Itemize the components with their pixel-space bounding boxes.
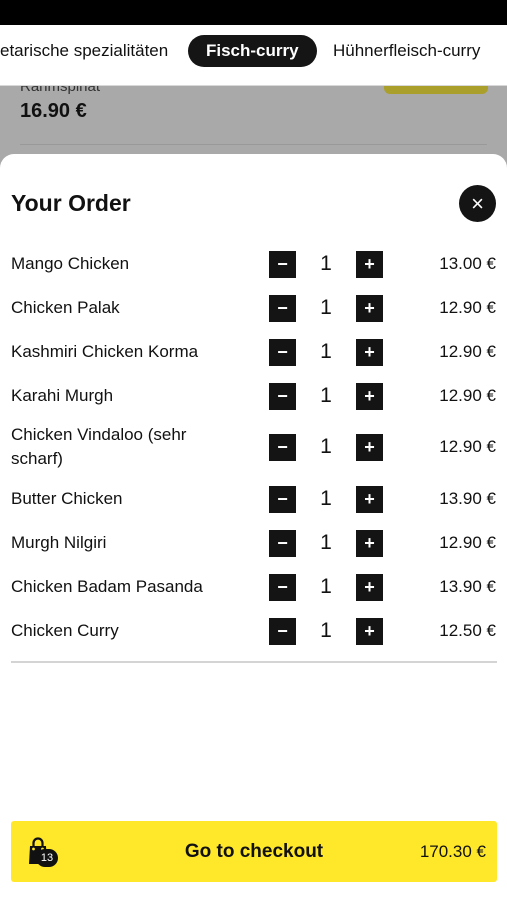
order-item-name: Butter Chicken — [11, 489, 123, 508]
increase-quantity-button[interactable]: + — [356, 382, 383, 410]
order-item-name: Mango Chicken — [11, 254, 130, 273]
plus-icon: + — [364, 298, 375, 318]
decrease-quantity-button[interactable]: − — [269, 485, 296, 513]
tab-fish-curry[interactable]: Fisch-curry — [188, 35, 317, 67]
item-quantity: 1 — [320, 487, 332, 510]
minus-icon: − — [277, 437, 288, 457]
order-item-name: Chicken Curry — [11, 621, 119, 640]
order-item-price: 12.90 € — [439, 533, 496, 552]
order-item-price: 12.90 € — [439, 386, 496, 405]
decrease-quantity-button[interactable]: − — [269, 250, 296, 278]
plus-icon: + — [364, 254, 375, 274]
minus-icon: − — [277, 577, 288, 597]
increase-quantity-button[interactable]: + — [356, 485, 383, 513]
decrease-quantity-button[interactable]: − — [269, 338, 296, 366]
menu-item-price: 16.90 € — [20, 100, 87, 122]
minus-icon: − — [277, 254, 288, 274]
item-quantity: 1 — [320, 531, 332, 554]
minus-icon: − — [277, 386, 288, 406]
minus-icon: − — [277, 342, 288, 362]
decrease-quantity-button[interactable]: − — [269, 382, 296, 410]
order-item-name: Karahi Murgh — [11, 386, 114, 405]
plus-icon: + — [364, 342, 375, 362]
item-quantity: 1 — [320, 252, 332, 275]
minus-icon: − — [277, 298, 288, 318]
category-tabs: etarische spezialitäten Fisch-curry Hühn… — [0, 25, 507, 86]
plus-icon: + — [364, 577, 375, 597]
order-item-price: 13.00 € — [439, 254, 496, 273]
order-item-name: Chicken Palak — [11, 298, 120, 317]
plus-icon: + — [364, 533, 375, 553]
add-to-cart-button — [384, 86, 488, 94]
checkout-button[interactable]: 13 Go to checkout 170.30 € — [11, 821, 497, 882]
item-quantity: 1 — [320, 340, 332, 363]
item-quantity: 1 — [320, 296, 332, 319]
item-quantity: 1 — [320, 384, 332, 407]
plus-icon: + — [364, 489, 375, 509]
order-item-price: 12.90 € — [439, 298, 496, 317]
increase-quantity-button[interactable]: + — [356, 338, 383, 366]
item-quantity: 1 — [320, 575, 332, 598]
decrease-quantity-button[interactable]: − — [269, 529, 296, 557]
checkout-total: 170.30 € — [419, 842, 486, 861]
increase-quantity-button[interactable]: + — [356, 294, 383, 322]
order-item-name: Chicken Vindaloo (sehr scharf) — [11, 425, 187, 468]
close-icon: × — [471, 190, 484, 216]
increase-quantity-button[interactable]: + — [356, 250, 383, 278]
order-item-name: Chicken Badam Pasanda — [11, 577, 203, 596]
increase-quantity-button[interactable]: + — [356, 529, 383, 557]
order-item-price: 13.90 € — [439, 577, 496, 596]
order-item-name: Murgh Nilgiri — [11, 533, 107, 552]
item-quantity: 1 — [320, 435, 332, 458]
tab-vegetarian-specialties[interactable]: etarische spezialitäten — [0, 35, 186, 67]
order-title: Your Order — [11, 190, 131, 216]
decrease-quantity-button[interactable]: − — [269, 433, 296, 461]
decrease-quantity-button[interactable]: − — [269, 573, 296, 601]
increase-quantity-button[interactable]: + — [356, 573, 383, 601]
decrease-quantity-button[interactable]: − — [269, 617, 296, 645]
order-item-price: 12.90 € — [439, 342, 496, 361]
order-item-price: 12.50 € — [439, 621, 496, 640]
decrease-quantity-button[interactable]: − — [269, 294, 296, 322]
divider — [20, 144, 487, 145]
increase-quantity-button[interactable]: + — [356, 433, 383, 461]
close-button[interactable]: × — [459, 185, 496, 222]
plus-icon: + — [364, 386, 375, 406]
minus-icon: − — [277, 621, 288, 641]
tab-chicken-curry[interactable]: Hühnerfleisch-curry — [315, 35, 498, 67]
order-sheet: Your Order × Mango Chicken − 1 +13.00 € Chic… — [0, 154, 507, 900]
minus-icon: − — [277, 489, 288, 509]
order-item-price: 13.90 € — [439, 489, 496, 508]
minus-icon: − — [277, 533, 288, 553]
increase-quantity-button[interactable]: + — [356, 617, 383, 645]
list-divider — [11, 661, 497, 663]
item-quantity: 1 — [320, 619, 332, 642]
order-item-name: Kashmiri Chicken Korma — [11, 342, 199, 361]
order-item-price: 12.90 € — [439, 437, 496, 456]
plus-icon: + — [364, 621, 375, 641]
plus-icon: + — [364, 437, 375, 457]
menu-item-description: Rahmspinat — [20, 86, 101, 95]
status-bar — [0, 0, 507, 25]
